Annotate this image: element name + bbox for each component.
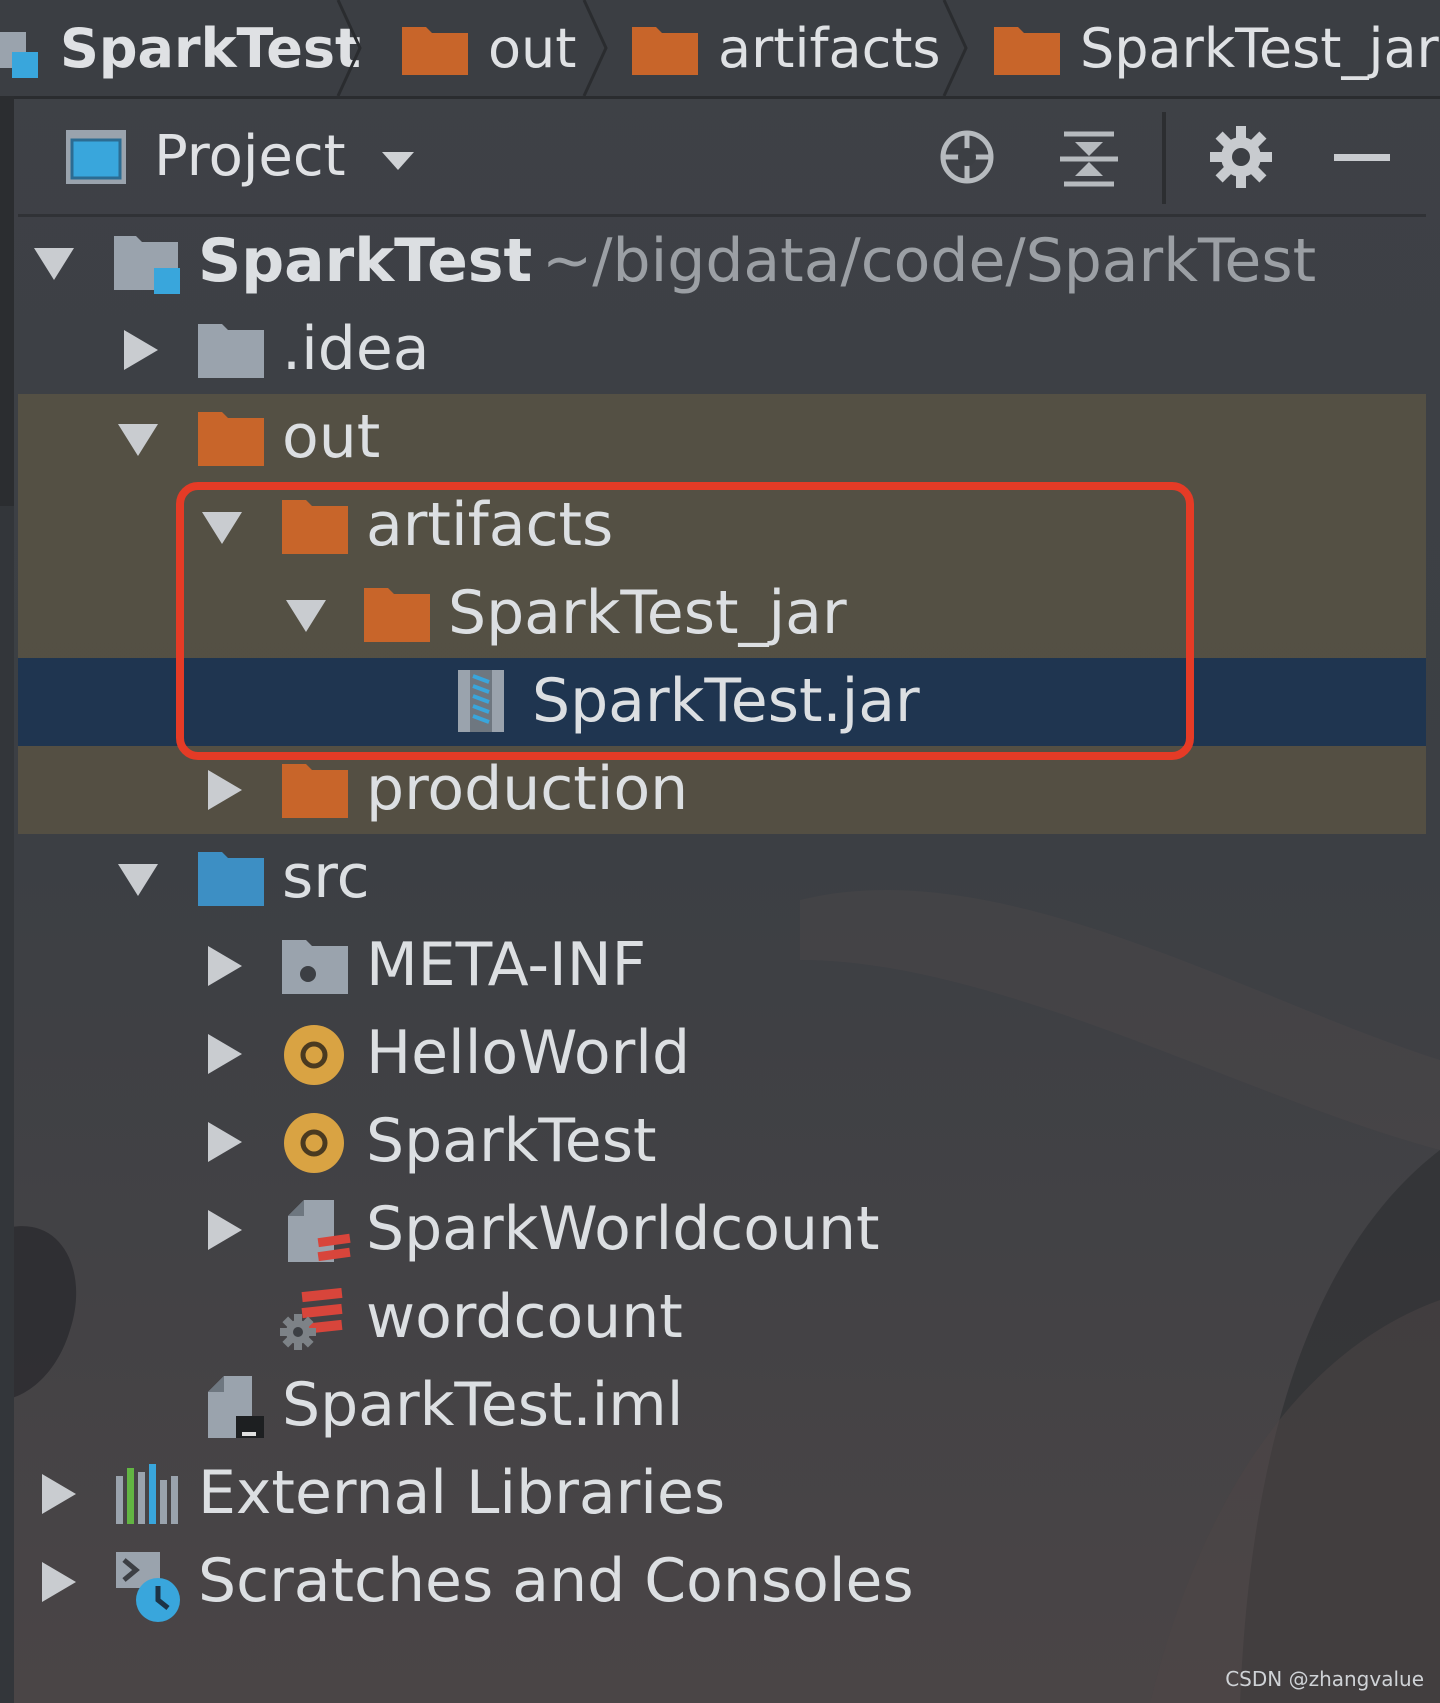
scratches-icon [116,1552,180,1622]
tree-item-label: External Libraries [198,1458,726,1528]
tree-item-sparktest-iml[interactable]: SparkTest.iml [18,1362,1426,1450]
breadcrumb-label: out [488,16,577,80]
watermark: CSDN @zhangvalue [1225,1667,1424,1691]
project-view-selector[interactable]: Project [154,124,346,189]
tree-item-wordcount[interactable]: wordcount [18,1274,1426,1362]
libraries-icon [116,1464,178,1524]
tree-item-label: SparkTest [198,226,533,296]
module-icon [114,236,180,294]
scala-file-icon [288,1200,351,1262]
folder-icon [632,27,698,75]
project-view-icon [66,130,126,184]
toolbar-divider [1162,112,1166,204]
tree-item-label: src [282,842,370,912]
expanded-arrow-icon[interactable] [32,240,76,284]
breadcrumb-bar: SparkTest out artifacts SparkTest_jar [0,0,1440,99]
tree-item-scratches-and-consoles[interactable]: Scratches and Consoles [18,1538,1426,1626]
breadcrumb-item-sparktest-jar[interactable]: SparkTest_jar [994,0,1439,96]
tree-item-label: Scratches and Consoles [198,1546,914,1616]
tree-item-label: SparkWorldcount [366,1194,880,1264]
collapsed-arrow-icon[interactable] [36,1472,80,1516]
tree-item-external-libraries[interactable]: External Libraries [18,1450,1426,1538]
tree-item-src[interactable]: src [18,834,1426,922]
folder-icon [402,27,468,75]
collapse-all-icon[interactable] [1054,122,1124,192]
collapsed-arrow-icon[interactable] [202,1120,246,1164]
highlight-annotation-box [176,482,1194,760]
scala-object-icon [284,1025,344,1085]
folder-icon [198,412,264,466]
scala-object-icon [284,1113,344,1173]
chevron-separator-icon [582,0,608,96]
tree-item-label: META-INF [366,930,647,1000]
chevron-separator-icon [942,0,968,96]
locate-icon[interactable] [932,122,1002,192]
tree-item-out[interactable]: out [18,394,1426,482]
folder-icon [198,324,264,378]
tree-item-label: out [282,402,381,472]
window-left-edge-dark [0,96,14,506]
breadcrumb-item-artifacts[interactable]: artifacts [632,0,941,96]
tree-item-sparktest-object[interactable]: SparkTest [18,1098,1426,1186]
tree-item-label: .idea [282,314,430,384]
tree-item-label: production [366,754,689,824]
chevron-separator-icon [336,0,362,96]
tree-item-root[interactable]: SparkTest ~/bigdata/code/SparkTest [18,218,1426,306]
breadcrumb-label: SparkTest [60,16,361,80]
tree-item-helloworld[interactable]: HelloWorld [18,1010,1426,1098]
collapsed-arrow-icon[interactable] [36,1560,80,1604]
meta-folder-icon [282,940,348,994]
tree-item-label: SparkTest [366,1106,657,1176]
breadcrumb-label: SparkTest_jar [1080,16,1439,80]
collapsed-arrow-icon[interactable] [202,768,246,812]
breadcrumb-item-sparktest[interactable]: SparkTest [0,0,361,96]
expanded-arrow-icon[interactable] [116,856,160,900]
collapsed-arrow-icon[interactable] [202,1032,246,1076]
tree-item-sparkworldcount[interactable]: SparkWorldcount [18,1186,1426,1274]
folder-icon [994,27,1060,75]
gear-icon[interactable] [1206,122,1276,192]
module-icon [0,32,38,78]
tree-item-meta-inf[interactable]: META-INF [18,922,1426,1010]
collapsed-arrow-icon[interactable] [202,1208,246,1252]
folder-icon [282,764,348,818]
source-folder-icon [198,852,264,906]
tree-item-idea[interactable]: .idea [18,306,1426,394]
collapsed-arrow-icon[interactable] [118,328,162,372]
tree-item-label: HelloWorld [366,1018,691,1088]
tree-item-label: wordcount [366,1282,683,1352]
chevron-down-icon[interactable] [382,152,414,170]
breadcrumb-item-out[interactable]: out [402,0,576,96]
tree-item-path: ~/bigdata/code/SparkTest [542,226,1317,296]
tree-item-label: SparkTest.iml [282,1370,684,1440]
minimize-icon[interactable] [1326,122,1396,192]
iml-file-icon [208,1376,264,1438]
collapsed-arrow-icon[interactable] [202,944,246,988]
scala-runnable-icon [280,1288,343,1350]
breadcrumb-label: artifacts [718,16,941,80]
expanded-arrow-icon[interactable] [116,416,160,460]
